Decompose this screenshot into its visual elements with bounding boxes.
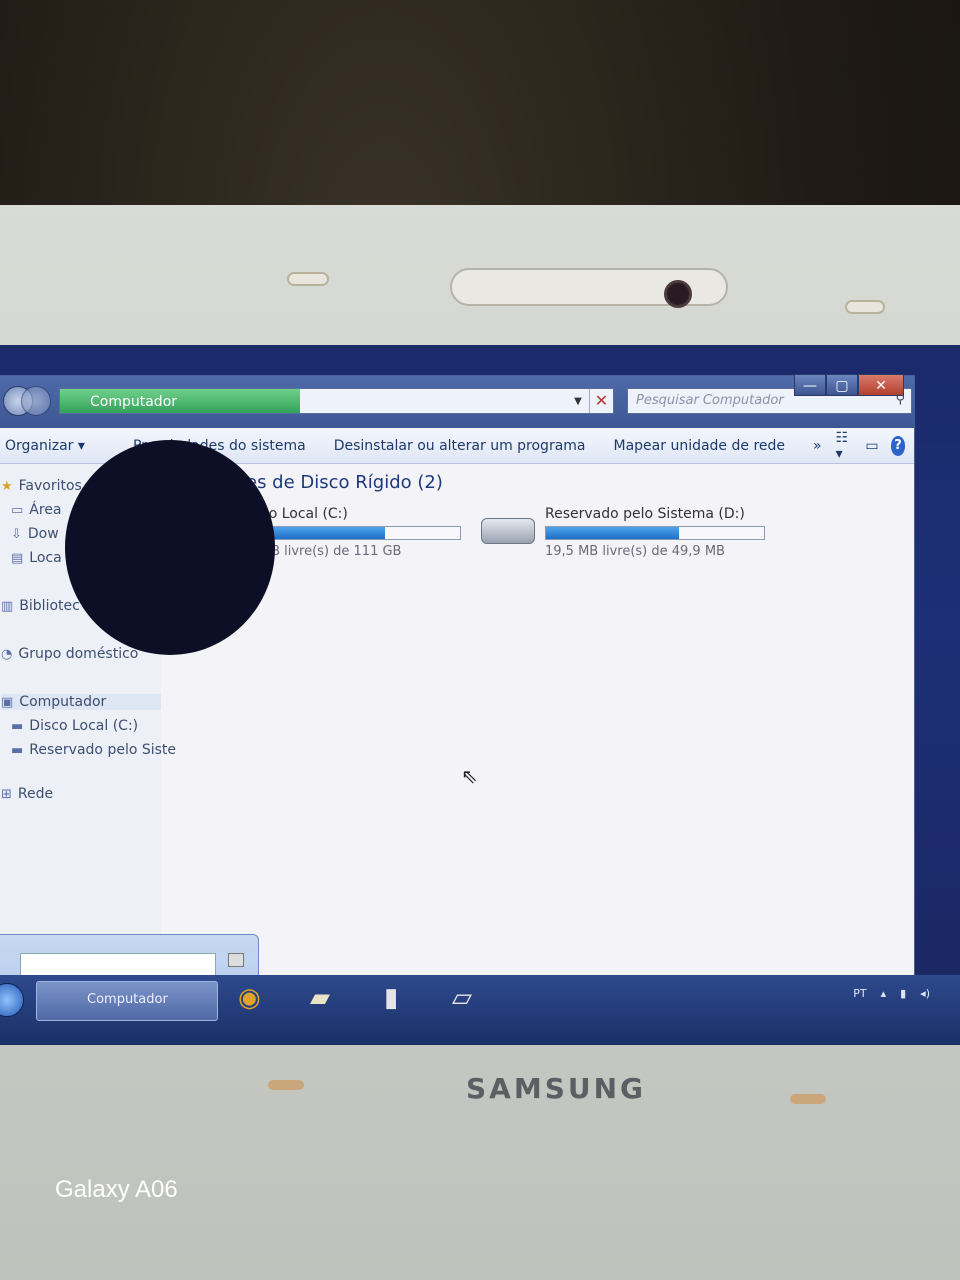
- nav-computer[interactable]: ▣ Computador: [1, 694, 161, 710]
- close-window-button[interactable]: ✕: [858, 374, 904, 396]
- drive-free-space: 19,5 MB livre(s) de 49,9 MB: [545, 544, 725, 559]
- group-title: es de Disco Rígido (2): [246, 472, 443, 493]
- hinge-right: [790, 1094, 826, 1104]
- drive-icon: ▬: [11, 742, 24, 758]
- view-options-icon[interactable]: ☷ ▾: [836, 430, 854, 462]
- homegroup-icon: ◔: [1, 646, 13, 662]
- drive-name: Reservado pelo Sistema (D:): [545, 506, 745, 522]
- system-tray: PT ▴ ▮ ◂): [853, 987, 930, 1000]
- mouse-cursor-icon: ⇖: [461, 764, 478, 788]
- chrome-icon[interactable]: ◉: [238, 983, 261, 1013]
- computer-icon: ▣: [1, 694, 14, 710]
- webcam-icon: [664, 280, 692, 308]
- document-icon[interactable]: ▮: [384, 983, 398, 1013]
- nav-favorites[interactable]: ★ Favoritos: [1, 478, 82, 494]
- map-network-drive-button[interactable]: Mapear unidade de rede: [600, 438, 800, 454]
- minimize-button[interactable]: —: [794, 374, 826, 396]
- nav-network[interactable]: ⊞ Rede: [1, 786, 53, 802]
- nav-recent[interactable]: ▤ Loca: [11, 550, 62, 566]
- nav-libraries[interactable]: ▥ Bibliotec: [1, 598, 80, 614]
- nav-disk-d[interactable]: ▬ Reservado pelo Siste: [11, 742, 176, 758]
- redaction-mark: [65, 440, 275, 655]
- usage-bar: [545, 526, 765, 540]
- library-icon: ▥: [1, 598, 14, 614]
- mic-slot-right: [845, 300, 885, 314]
- drive-name: co Local (C:): [261, 506, 348, 522]
- start-button[interactable]: [0, 983, 24, 1017]
- window-controls: — ▢ ✕: [794, 374, 904, 396]
- usage-fill: [546, 527, 679, 539]
- usage-bar: [261, 526, 461, 540]
- mic-slot-left: [287, 272, 329, 286]
- star-icon: ★: [1, 478, 13, 494]
- desktop-icon: ▭: [11, 502, 24, 518]
- hinge-left: [268, 1080, 304, 1090]
- recent-places-icon: ▤: [11, 550, 24, 566]
- maximize-button[interactable]: ▢: [826, 374, 858, 396]
- notepad-icon[interactable]: ▱: [452, 983, 472, 1013]
- preview-pane-icon[interactable]: ▭: [865, 438, 878, 454]
- usage-fill: [262, 527, 385, 539]
- battery-icon[interactable]: ▮: [900, 987, 906, 1000]
- taskbar: Computador ◉ ▰ ▮ ▱ PT ▴ ▮ ◂): [0, 975, 960, 1045]
- breadcrumb-computer[interactable]: Computador: [60, 389, 300, 413]
- nav-homegroup[interactable]: ◔ Grupo doméstico: [1, 646, 138, 662]
- organize-button[interactable]: Organizar ▾: [0, 438, 99, 454]
- drive-free-space: GB livre(s) de 111 GB: [261, 544, 402, 559]
- hard-drive-icon: [481, 518, 535, 544]
- camera-watermark: Galaxy A06: [55, 1176, 178, 1203]
- show-hidden-icons-icon[interactable]: ▴: [881, 987, 887, 1000]
- close-icon[interactable]: [228, 953, 244, 967]
- language-indicator[interactable]: PT: [853, 987, 866, 1000]
- drive-d-tile[interactable]: Reservado pelo Sistema (D:) 19,5 MB livr…: [545, 506, 765, 559]
- download-icon: ⇩: [11, 526, 22, 542]
- taskbar-item-computer[interactable]: Computador: [36, 981, 218, 1021]
- folder-icon[interactable]: ▰: [310, 983, 330, 1013]
- drive-icon: ▬: [11, 718, 24, 734]
- help-icon[interactable]: ?: [890, 435, 906, 456]
- title-bar: Computador ▼ ✕ Pesquisar Computador ⚲ — …: [0, 374, 914, 428]
- network-icon: ⊞: [1, 786, 12, 802]
- nav-downloads[interactable]: ⇩ Dow: [11, 526, 59, 542]
- forward-button[interactable]: [21, 386, 51, 416]
- address-bar[interactable]: Computador ▼ ✕: [59, 388, 614, 414]
- nav-disk-c[interactable]: ▬ Disco Local (C:): [11, 718, 138, 734]
- more-commands-button[interactable]: »: [799, 438, 836, 454]
- nav-desktop[interactable]: ▭ Área: [11, 502, 62, 518]
- close-icon[interactable]: ✕: [589, 389, 613, 413]
- volume-icon[interactable]: ◂): [920, 987, 930, 1000]
- brand-logo: SAMSUNG: [466, 1072, 647, 1105]
- search-placeholder: Pesquisar Computador: [636, 393, 784, 408]
- uninstall-program-button[interactable]: Desinstalar ou alterar um programa: [320, 438, 600, 454]
- chevron-down-icon[interactable]: ▼: [567, 396, 589, 407]
- drive-c-tile[interactable]: co Local (C:) GB livre(s) de 111 GB: [261, 506, 461, 559]
